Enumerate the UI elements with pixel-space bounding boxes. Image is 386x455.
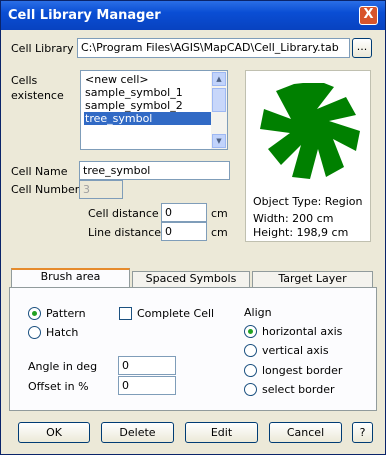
delete-button[interactable]: Delete <box>101 422 174 443</box>
align-horizontal-label: horizontal axis <box>262 325 343 338</box>
scroll-down-icon[interactable]: ▼ <box>212 134 226 148</box>
scroll-thumb[interactable] <box>212 88 226 112</box>
list-item[interactable]: <new cell> <box>84 73 213 86</box>
line-distance-label: Line distance <box>88 226 162 239</box>
tab-brush-area[interactable]: Brush area <box>11 268 130 288</box>
window-title: Cell Library Manager <box>8 8 161 23</box>
cells-label-line1: Cells <box>11 74 38 87</box>
pattern-label: Pattern <box>46 307 86 320</box>
help-button[interactable]: ? <box>352 422 373 443</box>
line-distance-unit: cm <box>211 226 228 239</box>
preview-shape <box>260 83 360 179</box>
cell-preview-panel: Object Type: Region Width: 200 cm Height… <box>245 70 371 242</box>
align-vertical-label: vertical axis <box>262 344 329 357</box>
align-select-label: select border <box>262 383 335 396</box>
width-text: Width: 200 cm <box>253 212 334 225</box>
cell-distance-field[interactable]: 0 <box>161 203 207 222</box>
offset-field[interactable]: 0 <box>118 376 176 395</box>
ok-button[interactable]: OK <box>18 422 90 443</box>
align-label: Align <box>244 306 272 319</box>
align-longest-label: longest border <box>262 364 343 377</box>
title-bar: Cell Library Manager X <box>1 1 385 30</box>
cells-listbox[interactable]: <new cell> sample_symbol_1 sample_symbol… <box>80 70 228 150</box>
list-item[interactable]: sample_symbol_1 <box>84 86 213 99</box>
cell-number-field: 3 <box>79 180 123 199</box>
line-distance-field[interactable]: 0 <box>161 222 207 241</box>
cell-number-label: Cell Number <box>11 183 80 196</box>
tab-target-layer[interactable]: Target Layer <box>252 271 373 287</box>
complete-cell-label: Complete Cell <box>137 307 215 320</box>
align-longest-radio[interactable] <box>244 364 257 377</box>
cancel-button[interactable]: Cancel <box>269 422 342 443</box>
cell-name-field[interactable]: tree_symbol <box>79 161 230 180</box>
height-text: Height: 198,9 cm <box>253 226 349 239</box>
cell-library-path-field[interactable]: C:\Program Files\AGIS\MapCAD\Cell_Librar… <box>77 38 350 58</box>
list-scrollbar[interactable]: ▲ ▼ <box>211 71 227 149</box>
list-item[interactable]: sample_symbol_2 <box>84 99 213 112</box>
cell-library-label: Cell Library <box>11 42 74 55</box>
close-button[interactable]: X <box>359 6 378 25</box>
tree-symbol-preview <box>260 83 360 179</box>
angle-label: Angle in deg <box>28 360 98 373</box>
browse-button[interactable]: ... <box>352 38 372 58</box>
object-type-text: Object Type: Region <box>253 195 363 208</box>
align-horizontal-radio[interactable] <box>244 325 257 338</box>
angle-field[interactable]: 0 <box>118 356 176 375</box>
tab-spaced-symbols[interactable]: Spaced Symbols <box>132 271 250 287</box>
dialog-window: Cell Library Manager X Cell Library C:\P… <box>0 0 386 455</box>
complete-cell-checkbox[interactable] <box>119 307 132 320</box>
edit-button[interactable]: Edit <box>185 422 258 443</box>
cells-label-line2: existence <box>11 89 64 102</box>
hatch-radio[interactable] <box>28 326 41 339</box>
align-vertical-radio[interactable] <box>244 344 257 357</box>
align-select-radio[interactable] <box>244 383 257 396</box>
scroll-up-icon[interactable]: ▲ <box>212 72 226 86</box>
brush-area-panel: Pattern Hatch Complete Cell Angle in deg… <box>9 287 377 411</box>
offset-label: Offset in % <box>28 380 89 393</box>
hatch-label: Hatch <box>46 326 79 339</box>
cell-name-label: Cell Name <box>11 165 68 178</box>
cell-distance-label: Cell distance <box>88 207 159 220</box>
pattern-radio[interactable] <box>28 307 41 320</box>
list-item-selected[interactable]: tree_symbol <box>84 112 213 125</box>
cell-distance-unit: cm <box>211 207 228 220</box>
